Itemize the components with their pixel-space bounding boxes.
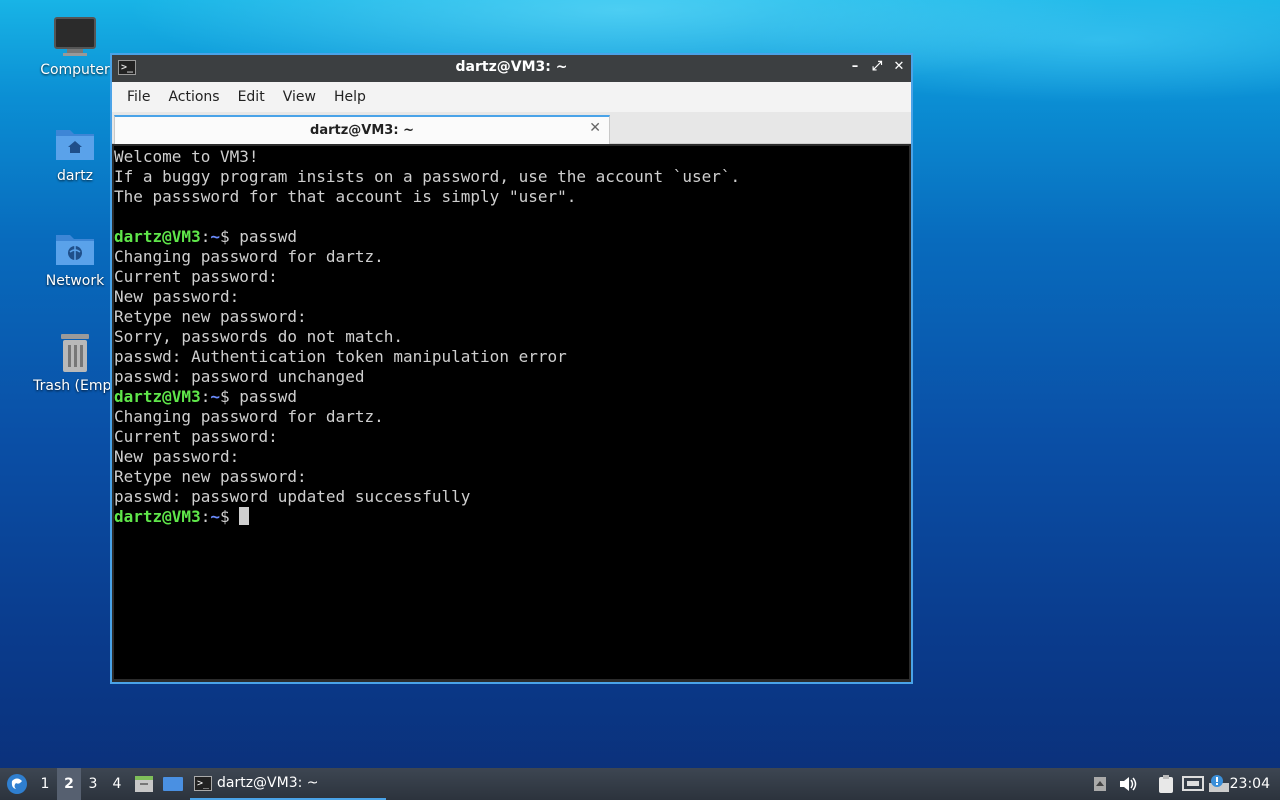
output-text: Current password: bbox=[114, 267, 278, 286]
terminal-task-icon: >_ bbox=[194, 775, 212, 791]
menu-help[interactable]: Help bbox=[325, 89, 375, 105]
tray-arrow-icon[interactable] bbox=[1091, 768, 1109, 800]
window-titlebar[interactable]: >_ dartz@VM3: ~ – ⤢ ✕ bbox=[112, 55, 911, 82]
terminal-line: Changing password for dartz. bbox=[114, 407, 909, 427]
output-text: Welcome to VM3! bbox=[114, 147, 259, 166]
maximize-icon[interactable]: ⤢ bbox=[871, 59, 883, 74]
output-text: Sorry, passwords do not match. bbox=[114, 327, 403, 346]
file-manager-launcher-icon[interactable] bbox=[133, 768, 155, 800]
tab-terminal[interactable]: dartz@VM3: ~ ✕ bbox=[114, 115, 610, 144]
terminal-line: The passsword for that account is simply… bbox=[114, 187, 909, 207]
workspace-2[interactable]: 2 bbox=[57, 768, 81, 800]
prompt-user: dartz@VM3 bbox=[114, 507, 201, 526]
workspace-4[interactable]: 4 bbox=[105, 768, 129, 800]
menu-view[interactable]: View bbox=[274, 89, 325, 105]
monitor-icon bbox=[54, 17, 96, 56]
output-text: New password: bbox=[114, 287, 240, 306]
output-text: Retype new password: bbox=[114, 467, 307, 486]
workspace-1[interactable]: 1 bbox=[33, 768, 57, 800]
volume-icon[interactable] bbox=[1117, 768, 1139, 800]
prompt-separator: : bbox=[200, 227, 211, 246]
terminal-line: New password: bbox=[114, 287, 909, 307]
command-text: passwd bbox=[239, 387, 298, 406]
start-menu-button[interactable] bbox=[4, 768, 30, 800]
terminal-line: Retype new password: bbox=[114, 467, 909, 487]
terminal-line: Welcome to VM3! bbox=[114, 147, 909, 167]
network-status-icon[interactable] bbox=[1181, 768, 1205, 800]
output-text: Changing password for dartz. bbox=[114, 407, 384, 426]
prompt-symbol: $ bbox=[219, 227, 240, 246]
terminal-line: Current password: bbox=[114, 427, 909, 447]
window-title: dartz@VM3: ~ bbox=[455, 59, 568, 75]
terminal-line: dartz@VM3:~$ bbox=[114, 507, 909, 527]
show-desktop-icon[interactable] bbox=[161, 768, 185, 800]
output-text: The passsword for that account is simply… bbox=[114, 187, 577, 206]
minimize-icon[interactable]: – bbox=[849, 59, 861, 74]
terminal-line: New password: bbox=[114, 447, 909, 467]
task-label: dartz@VM3: ~ bbox=[217, 775, 319, 791]
output-text: passwd: Authentication token manipulatio… bbox=[114, 347, 567, 366]
prompt-path: ~ bbox=[210, 227, 220, 246]
terminal-line: If a buggy program insists on a password… bbox=[114, 167, 909, 187]
taskbar-task-terminal[interactable]: >_ dartz@VM3: ~ bbox=[190, 768, 386, 800]
terminal-line: dartz@VM3:~$ passwd bbox=[114, 227, 909, 247]
terminal-line: passwd: password unchanged bbox=[114, 367, 909, 387]
lxqt-logo-icon bbox=[7, 774, 27, 794]
terminal-line: Retype new password: bbox=[114, 307, 909, 327]
terminal-line: passwd: Authentication token manipulatio… bbox=[114, 347, 909, 367]
prompt-symbol: $ bbox=[219, 387, 240, 406]
prompt-user: dartz@VM3 bbox=[114, 227, 201, 246]
prompt-separator: : bbox=[200, 507, 211, 526]
taskbar: 1 2 3 4 >_ dartz@VM3: ~ 23:04 bbox=[0, 768, 1280, 800]
clock[interactable]: 23:04 bbox=[1230, 768, 1270, 800]
terminal-window[interactable]: >_ dartz@VM3: ~ – ⤢ ✕ File Actions Edit … bbox=[110, 53, 913, 684]
terminal-line: dartz@VM3:~$ passwd bbox=[114, 387, 909, 407]
output-text: Retype new password: bbox=[114, 307, 307, 326]
menu-actions[interactable]: Actions bbox=[159, 89, 228, 105]
tab-label: dartz@VM3: ~ bbox=[310, 123, 414, 138]
output-text: Changing password for dartz. bbox=[114, 247, 384, 266]
prompt-user: dartz@VM3 bbox=[114, 387, 201, 406]
menu-edit[interactable]: Edit bbox=[229, 89, 274, 105]
home-folder-icon bbox=[56, 130, 94, 160]
tab-bar: dartz@VM3: ~ ✕ bbox=[112, 112, 911, 144]
output-text: New password: bbox=[114, 447, 240, 466]
menu-file[interactable]: File bbox=[118, 89, 159, 105]
command-text: passwd bbox=[239, 227, 298, 246]
terminal-output[interactable]: Welcome to VM3! If a buggy program insist… bbox=[114, 146, 909, 679]
prompt-path: ~ bbox=[210, 387, 220, 406]
terminal-cursor bbox=[239, 507, 250, 525]
close-icon[interactable]: ✕ bbox=[893, 59, 905, 74]
trash-icon bbox=[61, 334, 89, 372]
output-text: passwd: password updated successfully bbox=[114, 487, 471, 506]
output-text: If a buggy program insists on a password… bbox=[114, 167, 741, 186]
network-folder-icon bbox=[56, 235, 94, 265]
menu-bar: File Actions Edit View Help bbox=[112, 82, 911, 112]
prompt-path: ~ bbox=[210, 507, 220, 526]
tab-close-icon[interactable]: ✕ bbox=[589, 120, 601, 136]
workspace-3[interactable]: 3 bbox=[81, 768, 105, 800]
prompt-symbol: $ bbox=[219, 507, 240, 526]
terminal-line: passwd: password updated successfully bbox=[114, 487, 909, 507]
output-text: Current password: bbox=[114, 427, 278, 446]
clipboard-icon[interactable] bbox=[1155, 768, 1177, 800]
terminal-line: Sorry, passwords do not match. bbox=[114, 327, 909, 347]
prompt-separator: : bbox=[200, 387, 211, 406]
window-controls: – ⤢ ✕ bbox=[849, 59, 905, 74]
terminal-line: Changing password for dartz. bbox=[114, 247, 909, 267]
output-text: passwd: password unchanged bbox=[114, 367, 365, 386]
terminal-line: Current password: bbox=[114, 267, 909, 287]
notification-icon[interactable] bbox=[1207, 768, 1231, 800]
